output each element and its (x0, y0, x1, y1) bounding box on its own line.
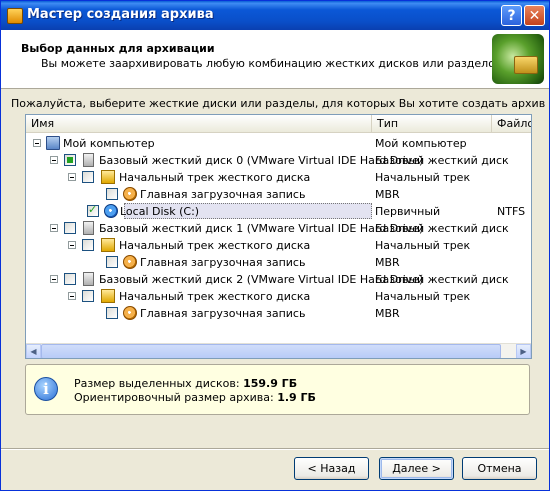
tree-row-track-2[interactable]: Начальный трек жесткого диска Начальный … (26, 288, 531, 305)
archive-size-label: Ориентировочный размер архива: (74, 391, 274, 404)
collapse-icon[interactable] (68, 173, 76, 181)
tree-item-label: Local Disk (C:) (120, 205, 200, 218)
close-button[interactable]: ✕ (524, 5, 545, 26)
mbr-2-checkbox[interactable] (106, 307, 118, 319)
mbr-icon (123, 187, 137, 201)
disk-0-checkbox[interactable] (64, 154, 76, 166)
collapse-icon[interactable] (50, 156, 58, 164)
tree-item-type: Начальный трек (375, 239, 471, 252)
track-0-checkbox[interactable] (82, 171, 94, 183)
tree-item-type: Начальный трек (375, 171, 471, 184)
archive-size-value: 1.9 ГБ (277, 391, 316, 404)
track-icon (101, 238, 115, 252)
tree-item-label: Главная загрузочная запись (140, 307, 306, 320)
page-subtitle: Вы можете заархивировать любую комбинаци… (41, 57, 505, 70)
tree-item-type: MBR (375, 188, 400, 201)
footer-divider (1, 448, 549, 450)
column-header-type[interactable]: Тип (372, 115, 492, 133)
app-icon (7, 8, 23, 24)
volume-icon (104, 204, 118, 218)
tree-item-label: Главная загрузочная запись (140, 188, 306, 201)
title-bar[interactable]: Мастер создания архива ? ✕ (1, 1, 549, 30)
tree-item-type: MBR (375, 307, 400, 320)
mbr-0-checkbox[interactable] (106, 188, 118, 200)
hard-disk-icon (83, 221, 94, 235)
selected-size-label: Размер выделенных дисков: (74, 377, 240, 390)
tree-row-disk-2[interactable]: Базовый жесткий диск 2 (VMware Virtual I… (26, 271, 531, 288)
track-2-checkbox[interactable] (82, 290, 94, 302)
tree-row-mbr-0[interactable]: Главная загрузочная запись MBR (26, 186, 531, 203)
column-header-filesystem[interactable]: Файло (492, 115, 531, 133)
track-icon (101, 289, 115, 303)
backup-logo-icon (492, 34, 544, 84)
size-info-panel: i Размер выделенных дисков: 159.9 ГБ Ори… (25, 364, 530, 415)
track-1-checkbox[interactable] (82, 239, 94, 251)
info-icon: i (34, 377, 58, 401)
archive-size-line: Ориентировочный размер архива: 1.9 ГБ (74, 391, 316, 404)
instruction-text: Пожалуйста, выберите жесткие диски или р… (11, 97, 546, 110)
tree-item-fs: NTFS (497, 205, 526, 218)
mbr-1-checkbox[interactable] (106, 256, 118, 268)
tree-item-type: Первичный (375, 205, 441, 218)
selected-size-line: Размер выделенных дисков: 159.9 ГБ (74, 377, 297, 390)
collapse-icon[interactable] (50, 275, 58, 283)
disk-tree-list[interactable]: Имя Тип Файло Мой компьютер Мой компьюте… (25, 114, 532, 359)
tree-item-type: Базовый жесткий диск (375, 273, 509, 286)
page-title: Выбор данных для архивации (21, 42, 215, 55)
local-disk-c-checkbox[interactable] (87, 203, 99, 217)
scroll-right-icon[interactable]: ▶ (516, 344, 531, 358)
disk-2-checkbox[interactable] (64, 273, 76, 285)
disk-1-checkbox[interactable] (64, 222, 76, 234)
collapse-icon[interactable] (68, 292, 76, 300)
tree-item-type: Базовый жесткий диск (375, 154, 509, 167)
tree-item-type: Базовый жесткий диск (375, 222, 509, 235)
hard-disk-icon (83, 153, 94, 167)
collapse-icon[interactable] (50, 224, 58, 232)
window-title: Мастер создания архива (27, 7, 214, 22)
tree-item-label: Главная загрузочная запись (140, 256, 306, 269)
tree-row-mbr-2[interactable]: Главная загрузочная запись MBR (26, 305, 531, 322)
scroll-left-icon[interactable]: ◀ (26, 344, 41, 358)
hard-disk-icon (83, 272, 94, 286)
collapse-icon[interactable] (68, 241, 76, 249)
next-button[interactable]: Далее > (379, 457, 454, 480)
tree-item-label: Начальный трек жесткого диска (119, 290, 311, 303)
tree-row-my-computer[interactable]: Мой компьютер Мой компьютер (26, 135, 531, 152)
collapse-icon[interactable] (33, 139, 41, 147)
lock-icon (514, 56, 538, 74)
track-icon (101, 170, 115, 184)
tree-item-type: MBR (375, 256, 400, 269)
cancel-button[interactable]: Отмена (462, 457, 537, 480)
tree-row-track-1[interactable]: Начальный трек жесткого диска Начальный … (26, 237, 531, 254)
tree-item-label: Начальный трек жесткого диска (119, 239, 311, 252)
tree-row-mbr-1[interactable]: Главная загрузочная запись MBR (26, 254, 531, 271)
tree-item-label: Начальный трек жесткого диска (119, 171, 311, 184)
help-button[interactable]: ? (501, 5, 522, 26)
tree-row-local-disk-c[interactable]: Local Disk (C:) Первичный NTFS (26, 203, 531, 220)
selected-size-value: 159.9 ГБ (243, 377, 298, 390)
mbr-icon (123, 306, 137, 320)
wizard-header: Выбор данных для архивации Вы можете заа… (1, 30, 549, 89)
tree-row-track-0[interactable]: Начальный трек жесткого диска Начальный … (26, 169, 531, 186)
horizontal-scrollbar[interactable]: ◀ ▶ (26, 343, 531, 358)
tree-item-type: Мой компьютер (375, 137, 467, 150)
wizard-window: Мастер создания архива ? ✕ Выбор данных … (0, 0, 550, 491)
tree-item-label: Мой компьютер (63, 137, 155, 150)
tree-row-disk-0[interactable]: Базовый жесткий диск 0 (VMware Virtual I… (26, 152, 531, 169)
tree-item-type: Начальный трек (375, 290, 471, 303)
scroll-thumb[interactable] (41, 344, 501, 358)
back-button[interactable]: < Назад (294, 457, 369, 480)
mbr-icon (123, 255, 137, 269)
computer-icon (46, 136, 60, 150)
tree-row-disk-1[interactable]: Базовый жесткий диск 1 (VMware Virtual I… (26, 220, 531, 237)
column-header-name[interactable]: Имя (26, 115, 372, 133)
